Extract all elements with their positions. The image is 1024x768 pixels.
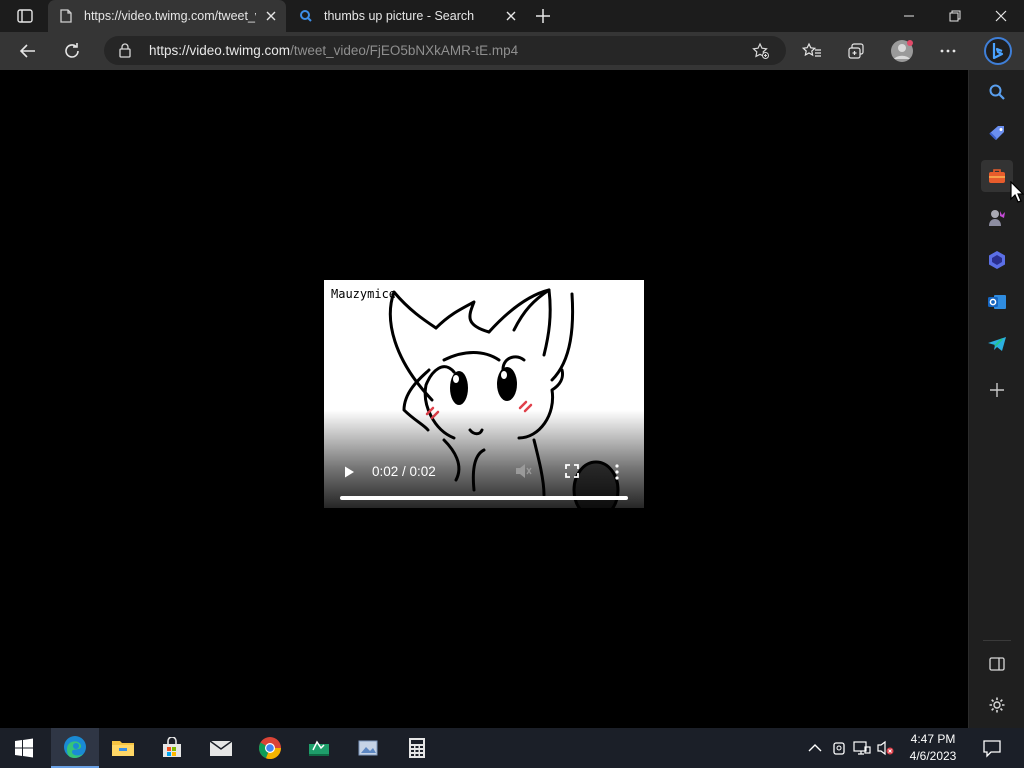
mute-icon[interactable] — [514, 463, 532, 479]
outlook-icon[interactable] — [981, 286, 1013, 318]
restore-button[interactable] — [932, 0, 978, 32]
time-display: 0:02 / 0:02 — [372, 464, 436, 479]
bing-copilot-icon[interactable] — [981, 35, 1015, 67]
windows-taskbar: 4:47 PM 4/6/2023 — [0, 728, 1024, 768]
tab-search[interactable]: thumbs up picture - Search — [288, 0, 526, 32]
file-explorer-icon[interactable] — [99, 728, 147, 768]
lock-icon[interactable] — [118, 43, 132, 58]
gallery-app-icon[interactable] — [344, 728, 392, 768]
page-content: Mauzymice 0:02 / 0:02 — [0, 70, 968, 728]
edge-sidebar — [968, 70, 1024, 728]
mail-icon[interactable] — [197, 728, 245, 768]
close-tab-icon[interactable] — [504, 9, 518, 23]
tab-actions-icon[interactable] — [10, 7, 38, 25]
collections-icon[interactable] — [841, 36, 871, 66]
notifications-icon[interactable] — [982, 738, 1002, 758]
clock-time: 4:47 PM — [910, 732, 956, 746]
network-icon[interactable] — [853, 739, 871, 757]
edge-taskbar-icon[interactable] — [51, 728, 99, 768]
close-tab-icon[interactable] — [264, 9, 278, 23]
tab-title: thumbs up picture - Search — [324, 9, 475, 23]
telegram-icon[interactable] — [981, 328, 1013, 360]
back-button[interactable] — [13, 36, 43, 66]
tab-video[interactable]: https://video.twimg.com/tweet_video/FjEO… — [48, 0, 286, 32]
address-bar[interactable]: https://video.twimg.com/tweet_video/FjEO… — [104, 36, 786, 65]
chrome-icon[interactable] — [246, 728, 294, 768]
tools-icon[interactable] — [981, 160, 1013, 192]
close-window-button[interactable] — [978, 0, 1024, 32]
settings-icon[interactable] — [981, 689, 1013, 721]
controls-gradient — [324, 410, 644, 508]
search-icon[interactable] — [981, 76, 1013, 108]
clock[interactable]: 4:47 PM 4/6/2023 — [896, 731, 970, 765]
show-hidden-icons-icon[interactable] — [806, 739, 824, 757]
clock-date: 4/6/2023 — [909, 749, 957, 763]
sidebar-divider — [983, 640, 1011, 641]
minimize-button[interactable] — [886, 0, 932, 32]
add-favorite-icon[interactable] — [752, 42, 770, 60]
tab-strip: https://video.twimg.com/tweet_video/FjEO… — [0, 0, 1024, 32]
more-options-icon[interactable] — [933, 36, 963, 66]
bing-search-icon — [298, 8, 314, 24]
mouse-cursor — [1010, 181, 1024, 203]
progress-bar[interactable] — [340, 496, 628, 500]
tab-title: https://video.twimg.com/tweet_video/FjEO… — [84, 9, 256, 23]
shopping-tag-icon[interactable] — [981, 118, 1013, 150]
meet-now-icon[interactable] — [830, 739, 848, 757]
play-icon[interactable] — [342, 465, 356, 479]
edge-page-icon — [58, 8, 74, 24]
store-icon[interactable] — [148, 728, 196, 768]
volume-muted-icon[interactable] — [876, 739, 894, 757]
more-video-options-icon[interactable] — [614, 464, 620, 480]
games-icon[interactable] — [981, 202, 1013, 234]
url-host: https://video.twimg.com — [149, 43, 291, 58]
url-path: /tweet_video/FjEO5bNXkAMR-tE.mp4 — [290, 43, 519, 58]
fullscreen-icon[interactable] — [565, 464, 579, 478]
refresh-button[interactable] — [57, 36, 87, 66]
add-icon[interactable] — [981, 374, 1013, 406]
video-player[interactable]: Mauzymice 0:02 / 0:02 — [324, 280, 644, 508]
new-tab-icon[interactable] — [532, 6, 554, 26]
app-green-icon[interactable] — [295, 728, 343, 768]
start-button[interactable] — [0, 728, 48, 768]
profile-avatar[interactable] — [887, 36, 917, 66]
browser-toolbar: https://video.twimg.com/tweet_video/FjEO… — [0, 32, 1024, 70]
url-text[interactable]: https://video.twimg.com/tweet_video/FjEO… — [149, 43, 518, 58]
calculator-icon[interactable] — [393, 728, 441, 768]
favorites-icon[interactable] — [797, 36, 827, 66]
office-icon[interactable] — [981, 244, 1013, 276]
split-screen-icon[interactable] — [981, 648, 1013, 680]
watermark-text: Mauzymice — [331, 287, 397, 301]
